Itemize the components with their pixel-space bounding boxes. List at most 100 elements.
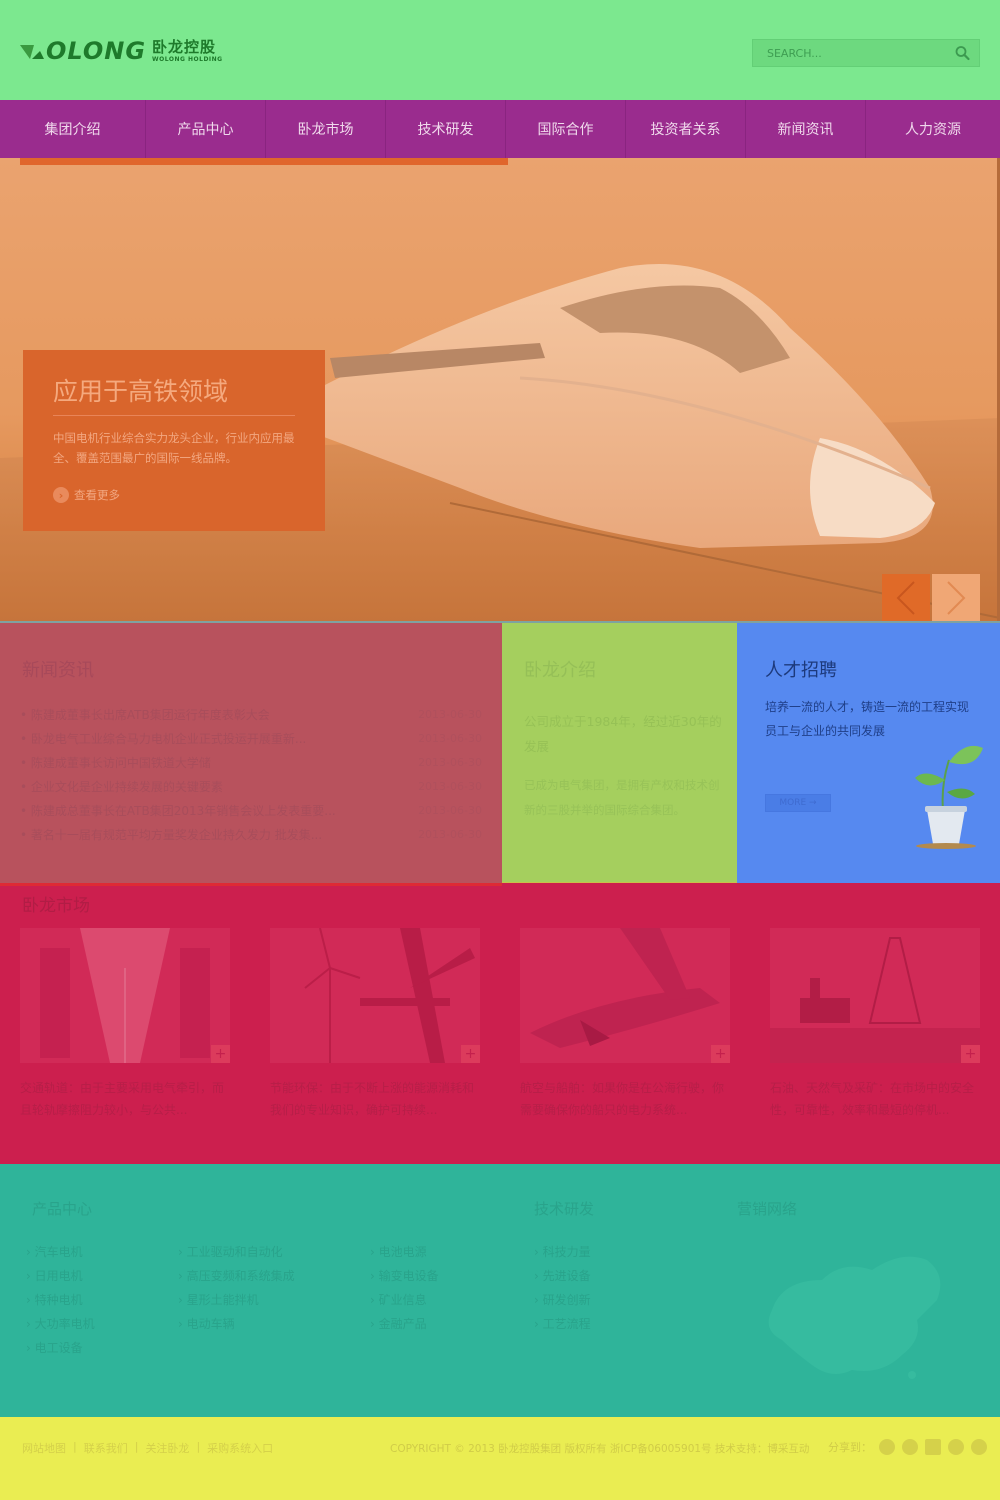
footer-link[interactable]: 高压变频和系统集成 (178, 1264, 295, 1288)
footer-link[interactable]: 特种电机 (26, 1288, 95, 1312)
market-card-image[interactable]: + (270, 928, 480, 1063)
footer-link-procurement[interactable]: 采购系统入口 (207, 1440, 273, 1456)
nav-item-international[interactable]: 国际合作 (506, 100, 626, 158)
about-lead: 公司成立于1984年，经过近30年的发展 (524, 714, 722, 754)
recruitment-more-button[interactable]: MORE → (765, 794, 831, 812)
nav-item-market[interactable]: 卧龙市场 (266, 100, 386, 158)
footer-link[interactable]: 汽车电机 (26, 1240, 95, 1264)
main-nav: 集团介绍 产品中心 卧龙市场 技术研发 国际合作 投资者关系 新闻资讯 人力资源 (0, 100, 1000, 158)
site-header: OLONG 卧龙控股 WOLONG HOLDING (0, 0, 1000, 100)
tencent-weibo-icon[interactable] (902, 1439, 918, 1455)
plus-icon[interactable]: + (211, 1045, 230, 1063)
footer-products-list-2: 工业驱动和自动化 高压变频和系统集成 星形土能拌机 电动车辆 (178, 1240, 295, 1336)
news-title[interactable]: 新闻资讯 (22, 656, 94, 682)
footer-link[interactable]: 电工设备 (26, 1336, 95, 1360)
news-list: 陈建成董事长出席ATB集团运行年度表彰大会 2013-06-30 卧龙电气工业综合… (20, 703, 482, 847)
footer-link[interactable]: 电动车辆 (178, 1312, 295, 1336)
renren-icon[interactable] (948, 1439, 964, 1455)
plus-icon[interactable]: + (461, 1045, 480, 1063)
footer-link[interactable]: 矿业信息 (370, 1288, 439, 1312)
banner-progress-bar (20, 158, 508, 165)
news-section: 新闻资讯 陈建成董事长出席ATB集团运行年度表彰大会 2013-06-30 卧龙电… (0, 623, 502, 883)
china-map-image[interactable] (752, 1240, 952, 1390)
market-card-text: 航空与船舶：如果你是在公海行驶，你需要确保你的船只的电力系统... (520, 1081, 725, 1117)
divider: | (73, 1440, 77, 1453)
footer-link[interactable]: 大功率电机 (26, 1312, 95, 1336)
about-body: 已成为电气集团，是拥有产权和技术创新的三股并举的国际综合集团。 (524, 778, 720, 817)
footer-links: 网站地图 | 联系我们 | 关注卧龙 | 采购系统入口 (22, 1440, 273, 1456)
weibo-icon[interactable] (879, 1439, 895, 1455)
news-item-text: 陈建成董事长访问中国铁道大学储 (20, 751, 211, 775)
plus-icon[interactable]: + (711, 1045, 730, 1063)
footer-link-contact[interactable]: 联系我们 (84, 1440, 128, 1456)
copyright-text: COPYRIGHT © 2013 卧龙控股集团 版权所有 浙ICP备060059… (390, 1443, 810, 1455)
news-item[interactable]: 陈建成董事长访问中国铁道大学储 2013-06-30 (20, 751, 482, 775)
banner-caption: 应用于高铁领域 中国电机行业综合实力龙头企业，行业内应用最全、覆盖范围最广的国际… (23, 350, 325, 531)
news-item[interactable]: 著名十一届有规范平均方量奖发企业持久发力 批发集... 2013-06-30 (20, 823, 482, 847)
news-item-text: 陈建成董事长出席ATB集团运行年度表彰大会 (20, 703, 270, 727)
news-item[interactable]: 企业文化是企业持续发展的关键要素 2013-06-30 (20, 775, 482, 799)
market-title[interactable]: 卧龙市场 (22, 891, 90, 916)
footer-link[interactable]: 电池电源 (370, 1240, 439, 1264)
banner-more-label: 查看更多 (74, 488, 120, 502)
search-input[interactable] (753, 40, 943, 66)
market-section: 卧龙市场 + 交通轨道：由于主要采用电气牵引，而且轮轨摩擦阻力较小，与公共... (0, 883, 1000, 1164)
news-item[interactable]: 陈建成总董事长在ATB集团2013年销售会议上发表重要... 2013-06-30 (20, 799, 482, 823)
nav-item-news[interactable]: 新闻资讯 (746, 100, 866, 158)
banner-more-link[interactable]: › 查看更多 (53, 487, 120, 503)
market-card-aviation[interactable]: + 航空与船舶：如果你是在公海行驶，你需要确保你的船只的电力系统... (520, 928, 730, 1121)
qzone-icon[interactable] (925, 1439, 941, 1455)
footer-network-title[interactable]: 营销网络 (737, 1198, 797, 1219)
footer-link-sitemap[interactable]: 网站地图 (22, 1440, 66, 1456)
market-card-oil[interactable]: + 石油、天然气及采矿：在市场中的安全性，可靠性，效率和最短的停机... (770, 928, 980, 1121)
footer-tech-list: 科技力量 先进设备 研发创新 工艺流程 (534, 1240, 591, 1336)
footer-link[interactable]: 先进设备 (534, 1264, 591, 1288)
news-item-date: 2013-06-30 (418, 732, 482, 745)
news-item[interactable]: 卧龙电气工业综合马力电机企业正式投运开展重新... 2013-06-30 (20, 727, 482, 751)
footer-link[interactable]: 研发创新 (534, 1288, 591, 1312)
site-logo[interactable]: OLONG 卧龙控股 WOLONG HOLDING (20, 38, 223, 64)
search-icon[interactable] (953, 44, 973, 62)
footer-link[interactable]: 星形土能拌机 (178, 1288, 295, 1312)
market-card-image[interactable]: + (520, 928, 730, 1063)
news-item-date: 2013-06-30 (418, 756, 482, 769)
footer-link[interactable]: 输变电设备 (370, 1264, 439, 1288)
nav-item-group-intro[interactable]: 集团介绍 (0, 100, 146, 158)
wind-turbine-image (270, 928, 480, 1063)
footer-tech-title[interactable]: 技术研发 (534, 1198, 594, 1219)
footer-link-follow[interactable]: 关注卧龙 (145, 1440, 189, 1456)
footer-link[interactable]: 科技力量 (534, 1240, 591, 1264)
kaixin-icon[interactable] (971, 1439, 987, 1455)
logo-english-name: WOLONG HOLDING (152, 55, 223, 63)
chevron-right-icon: › (53, 487, 69, 503)
footer-products-title[interactable]: 产品中心 (32, 1198, 92, 1219)
footer-link[interactable]: 金融产品 (370, 1312, 439, 1336)
about-section: 卧龙介绍 公司成立于1984年，经过近30年的发展 已成为电气集团，是拥有产权和… (502, 623, 737, 885)
footer-link[interactable]: 工艺流程 (534, 1312, 591, 1336)
divider: | (134, 1440, 139, 1453)
nav-item-investors[interactable]: 投资者关系 (626, 100, 746, 158)
footer-link[interactable]: 工业驱动和自动化 (178, 1240, 295, 1264)
market-card-rail[interactable]: + 交通轨道：由于主要采用电气牵引，而且轮轨摩擦阻力较小，与公共... (20, 928, 230, 1121)
market-card-image[interactable]: + (20, 928, 230, 1063)
footer-link[interactable]: 日用电机 (26, 1264, 95, 1288)
nav-item-hr[interactable]: 人力资源 (866, 100, 1000, 158)
market-card-energy[interactable]: + 节能环保：由于不断上涨的能源消耗和我们的专业知识，确护可持续... (270, 928, 480, 1121)
news-item-date: 2013-06-30 (418, 828, 482, 841)
news-item[interactable]: 陈建成董事长出席ATB集团运行年度表彰大会 2013-06-30 (20, 703, 482, 727)
plus-icon[interactable]: + (961, 1045, 980, 1063)
news-item-text: 企业文化是企业持续发展的关键要素 (20, 775, 223, 799)
recruitment-title[interactable]: 人才招聘 (765, 656, 837, 682)
banner-prev-button[interactable] (882, 574, 930, 622)
footer-products-list-3: 电池电源 输变电设备 矿业信息 金融产品 (370, 1240, 439, 1336)
banner-next-button[interactable] (932, 574, 980, 622)
divider: | (196, 1440, 201, 1453)
footer-bar: 网站地图 | 联系我们 | 关注卧龙 | 采购系统入口 COPYRIGHT © … (0, 1417, 1000, 1500)
about-title[interactable]: 卧龙介绍 (524, 656, 596, 682)
news-item-date: 2013-06-30 (418, 708, 482, 721)
nav-item-tech[interactable]: 技术研发 (386, 100, 506, 158)
market-card-text: 节能环保：由于不断上涨的能源消耗和我们的专业知识，确护可持续... (270, 1081, 475, 1117)
market-card-image[interactable]: + (770, 928, 980, 1063)
nav-item-products[interactable]: 产品中心 (146, 100, 266, 158)
news-item-date: 2013-06-30 (418, 804, 482, 817)
